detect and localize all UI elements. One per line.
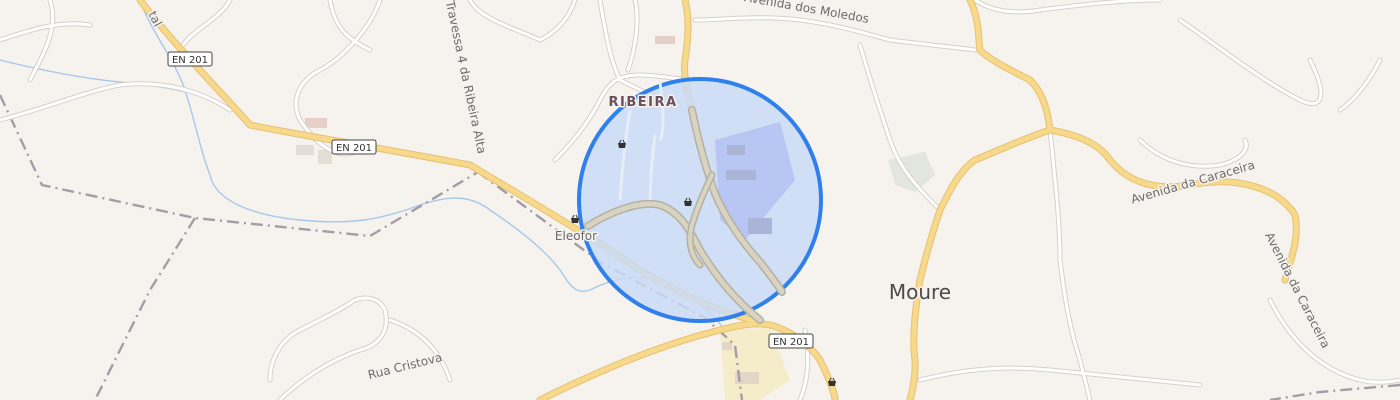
street-label: Rua Cristova bbox=[366, 350, 443, 382]
map-canvas[interactable]: EN 201 EN 201 EN 201 tal Avenida dos Mol… bbox=[0, 0, 1400, 400]
road-shield: EN 201 bbox=[768, 333, 814, 349]
building bbox=[748, 218, 772, 234]
shopping-basket-icon[interactable] bbox=[571, 214, 579, 223]
building bbox=[655, 36, 675, 44]
stream bbox=[0, 59, 186, 93]
building bbox=[296, 145, 314, 155]
road-shield: EN 201 bbox=[331, 139, 377, 155]
building bbox=[727, 145, 745, 155]
road-shield-label: EN 201 bbox=[336, 143, 372, 154]
street-label: Travessa 4 da Ribeira Alta bbox=[443, 0, 489, 155]
locality-label: RIBEIRA bbox=[608, 95, 677, 110]
building bbox=[722, 342, 732, 350]
road-shield-label: EN 201 bbox=[172, 55, 208, 66]
road-shield: EN 201 bbox=[167, 51, 213, 67]
building bbox=[305, 118, 327, 128]
poi-label: Eleofor bbox=[555, 229, 597, 243]
admin-boundary bbox=[1269, 383, 1400, 400]
building bbox=[726, 170, 756, 180]
road-shield-label: EN 201 bbox=[773, 337, 809, 348]
admin-boundary bbox=[93, 217, 197, 400]
map-view[interactable]: EN 201 EN 201 EN 201 tal Avenida dos Mol… bbox=[0, 0, 1400, 400]
town-label: Moure bbox=[889, 280, 951, 304]
